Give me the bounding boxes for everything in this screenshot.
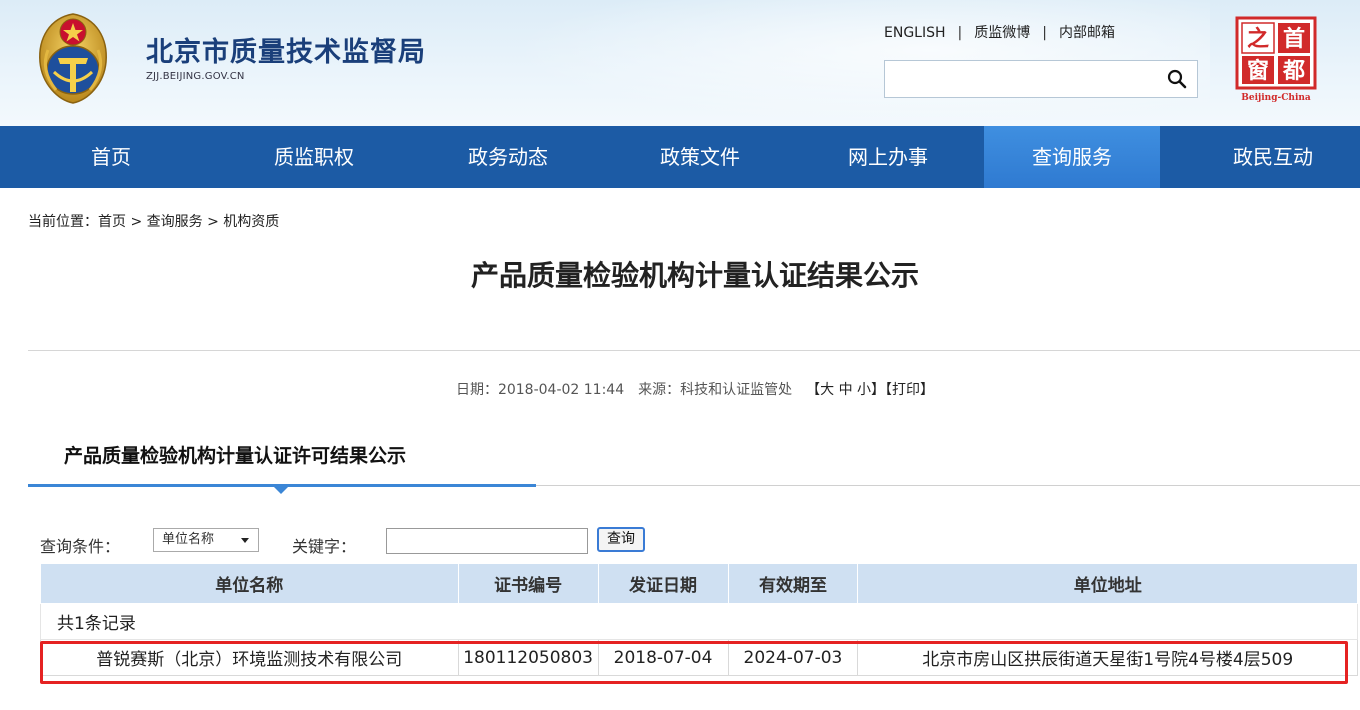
breadcrumb-home[interactable]: 首页 [98,214,126,230]
nav-item-home[interactable]: 首页 [28,126,194,188]
breadcrumb-qualification[interactable]: 机构资质 [223,214,279,230]
section-title: 产品质量检验机构计量认证许可结果公示 [64,445,407,467]
condition-select-value: 单位名称 [162,532,215,547]
nav-item-interaction[interactable]: 政民互动 [1186,126,1360,188]
svg-text:之: 之 [1247,26,1269,52]
quality-supervision-emblem-icon[interactable] [28,10,118,106]
site-search [884,60,1198,98]
top-links: ENGLISH | 质监微博 | 内部邮箱 [884,22,1115,42]
nav-item-online-services[interactable]: 网上办事 [800,126,976,188]
cell-valid-until: 2024-07-03 [727,639,859,676]
site-domain: ZJJ.BEIJING.GOV.CN [146,71,245,82]
link-separator: | [1042,25,1047,41]
site-title[interactable]: 北京市质量技术监督局 [146,30,426,69]
condition-label: 查询条件： [40,537,121,556]
internal-mail-link[interactable]: 内部邮箱 [1059,25,1115,41]
nav-item-duties[interactable]: 质监职权 [226,126,402,188]
site-search-input[interactable] [885,61,1155,97]
main-nav: 首页 质监职权 政务动态 政策文件 网上办事 查询服务 政民互动 [0,126,1360,188]
breadcrumb-separator: > [126,214,147,230]
breadcrumb-prefix: 当前位置： [28,214,98,230]
publish-date: 日期：2018-04-02 11:44 [455,382,625,398]
page-title: 产品质量检验机构计量认证结果公示 [470,259,919,292]
svg-text:Beijing-China: Beijing-China [1241,93,1311,103]
link-separator: | [957,25,963,41]
cell-unit-name: 普锐赛斯（北京）环境监测技术有限公司 [40,639,459,676]
svg-text:首: 首 [1283,26,1305,52]
table-header-row: 单位名称 证书编号 发证日期 有效期至 单位地址 [40,563,1358,604]
condition-select[interactable]: 单位名称 [153,528,259,552]
query-button[interactable]: 查询 [597,527,645,552]
weibo-link[interactable]: 质监微博 [974,25,1030,41]
dropdown-arrow-icon [241,538,249,543]
column-header-address: 单位地址 [857,563,1358,604]
site-header: 北京市质量技术监督局 ZJJ.BEIJING.GOV.CN ENGLISH | 质监… [0,0,1360,126]
table-row[interactable]: 普锐赛斯（北京）环境监测技术有限公司 180112050803 2018-07-… [40,639,1358,676]
cell-cert-no: 180112050803 [457,639,599,676]
article-meta: 日期：2018-04-02 11:44 来源：科技和认证监管处 【大 中 小】【打印… [0,379,1360,399]
record-count: 共1条记录 [40,603,1358,640]
record-count-row: 共1条记录 [40,603,1358,640]
divider [28,350,1360,351]
font-size-tool[interactable]: 【大 中 小】 [806,382,885,398]
nav-item-query-services[interactable]: 查询服务 [984,126,1160,188]
nav-item-news[interactable]: 政务动态 [420,126,596,188]
keyword-input[interactable] [386,528,588,554]
english-link[interactable]: ENGLISH [884,25,946,41]
keyword-label: 关键字： [292,537,357,556]
cell-address: 北京市房山区拱辰街道天星街1号院4号楼4层509 [857,639,1358,676]
column-header-valid-until: 有效期至 [727,563,859,604]
print-tool[interactable]: 【打印】 [885,382,934,398]
column-header-unit-name: 单位名称 [40,563,459,604]
results-table: 单位名称 证书编号 发证日期 有效期至 单位地址 共1条记录 普锐赛斯（北京）环… [40,563,1358,676]
nav-item-policy[interactable]: 政策文件 [612,126,788,188]
cell-issue-date: 2018-07-04 [597,639,729,676]
breadcrumb: 当前位置：首页 > 查询服务 > 机构资质 [28,211,279,231]
article-source: 来源：科技和认证监管处 [638,382,793,398]
breadcrumb-separator: > [202,214,224,230]
column-header-cert-no: 证书编号 [457,563,599,604]
capital-window-seal-logo[interactable]: 之 首 窗 都 Beijing-China [1235,16,1317,104]
breadcrumb-query-services[interactable]: 查询服务 [147,214,203,230]
column-header-issue-date: 发证日期 [597,563,729,604]
search-icon[interactable] [1167,69,1187,89]
svg-text:窗: 窗 [1247,58,1269,84]
section-caret-icon [274,487,288,494]
svg-text:都: 都 [1282,59,1305,84]
